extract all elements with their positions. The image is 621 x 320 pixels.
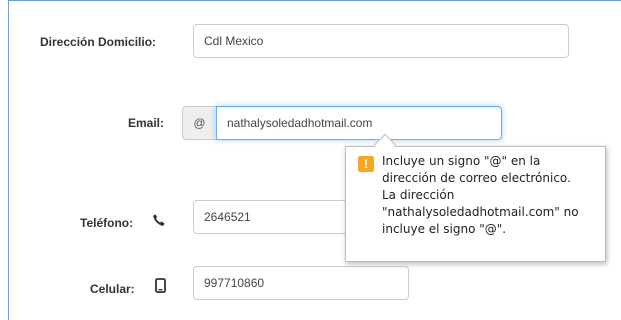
mobile-label: Celular: bbox=[90, 282, 135, 296]
mobile-input[interactable] bbox=[193, 266, 409, 300]
validation-line: incluye el signo "@". bbox=[382, 222, 507, 236]
phone-label: Teléfono: bbox=[80, 216, 134, 230]
warning-icon: ! bbox=[358, 156, 374, 172]
email-label: Email: bbox=[128, 116, 165, 130]
phone-icon bbox=[153, 214, 165, 226]
email-input[interactable] bbox=[216, 106, 502, 140]
validation-line: dirección de correo electrónico. bbox=[382, 171, 571, 185]
mobile-phone-icon bbox=[155, 278, 166, 293]
validation-message: Incluye un signo "@" en la dirección de … bbox=[382, 153, 597, 238]
validation-line: "nathalysoledadhotmail.com" no bbox=[382, 205, 579, 219]
address-input[interactable] bbox=[193, 24, 569, 58]
validation-line: La dirección bbox=[382, 188, 455, 202]
validation-line: Incluye un signo "@" en la bbox=[382, 154, 541, 168]
address-label: Dirección Domicilio: bbox=[40, 35, 157, 49]
email-at-addon: @ bbox=[182, 106, 216, 140]
